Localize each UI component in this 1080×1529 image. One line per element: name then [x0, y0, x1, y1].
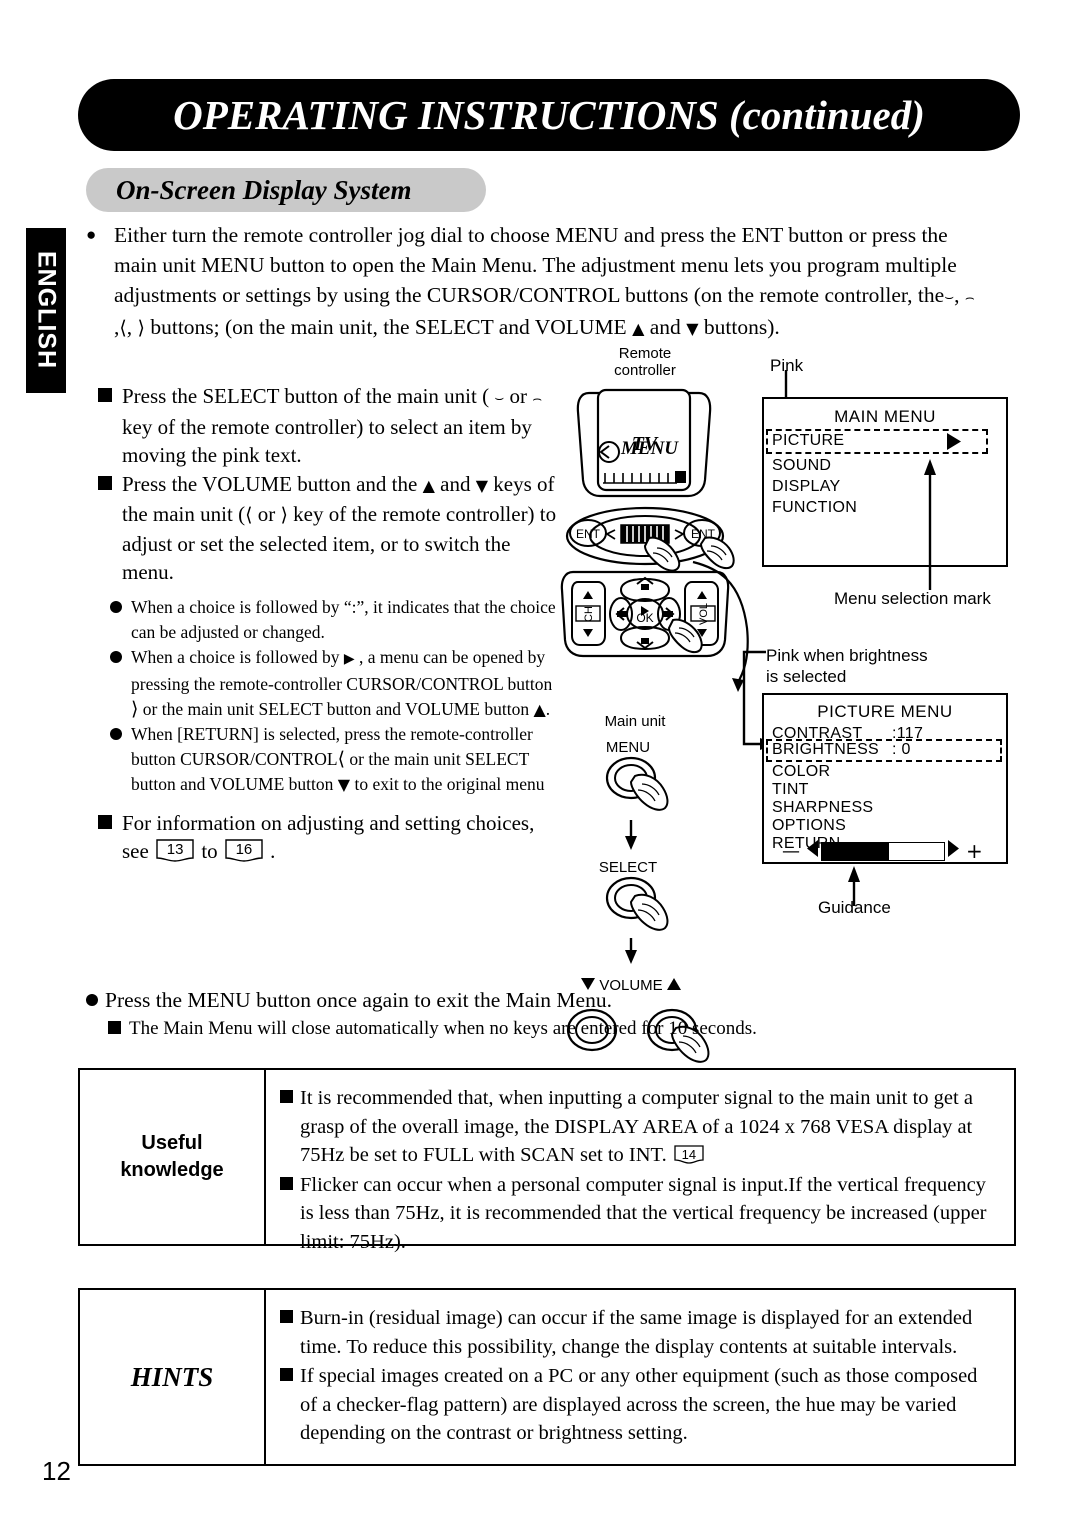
angle-right-icon: ⟩	[137, 317, 145, 339]
useful-knowledge-bullet-2: Flicker can occur when a personal comput…	[280, 1171, 998, 1257]
instruction-item-volume: Press the VOLUME button and the ▲ and ▼ …	[98, 470, 558, 587]
device-illustration: Remote controller CH VOL OK ENT ENT Main…	[545, 340, 765, 980]
exit-note-sub: The Main Menu will close automatically w…	[108, 1015, 1016, 1043]
exit-note-block: Press the MENU button once again to exit…	[86, 985, 1016, 1043]
useful-knowledge-label-line2: knowledge	[120, 1159, 224, 1181]
triangle-up-icon: ▲	[422, 475, 435, 495]
instruction-list: Press the SELECT button of the main unit…	[98, 382, 558, 866]
picture-menu-screen: PICTURE MENU CONTRAST :117 BRIGHTNESS : …	[762, 693, 1008, 864]
slider-left-arrow-icon[interactable]	[806, 839, 820, 863]
arc-up-icon: ⌣	[494, 389, 505, 407]
intro-line-1: Either turn the remote controller jog di…	[114, 223, 948, 247]
useful-knowledge-bullet-1: It is recommended that, when inputting a…	[280, 1084, 998, 1170]
picture-menu-row-tint[interactable]: TINT	[772, 781, 809, 799]
intro-paragraph-body: Either turn the remote controller jog di…	[114, 220, 1016, 344]
useful-knowledge-box: Useful knowledge It is recommended that,…	[78, 1068, 1016, 1253]
hints-box: HINTS Burn-in (residual image) can occur…	[78, 1288, 1016, 1466]
round-bullet-icon	[110, 600, 122, 613]
page-number: 12	[42, 1456, 71, 1486]
hints-label: HINTS	[130, 1361, 214, 1392]
svg-text:SELECT: SELECT	[599, 859, 657, 876]
picture-menu-value-brightness: : 0	[892, 741, 911, 758]
hints-bullet-1: Burn-in (residual image) can occur if th…	[280, 1304, 998, 1361]
angle-right-icon: ⟩	[280, 504, 288, 526]
square-bullet-icon	[280, 1090, 293, 1103]
slider-track[interactable]	[821, 841, 945, 861]
hints-label-cell: HINTS	[80, 1290, 266, 1464]
arc-up-icon: ⌣	[944, 288, 955, 306]
language-tab-label: ENGLISH	[32, 251, 61, 370]
triangle-down-icon: ▼	[475, 475, 489, 495]
useful-knowledge-label-line1: Useful	[141, 1132, 203, 1154]
triangle-up-icon: ▲	[632, 319, 645, 338]
menu-selection-mark-label: Menu selection mark	[834, 589, 991, 608]
page-title-continued: (continued)	[718, 92, 925, 138]
intro-paragraph: ● Either turn the remote controller jog …	[86, 220, 1016, 344]
bullet-dot-icon: ●	[86, 225, 97, 244]
instruction-item-page-refs: For information on adjusting and setting…	[98, 809, 558, 866]
picture-menu-row-sharpness[interactable]: SHARPNESS	[772, 799, 873, 817]
exit-note-main: Press the MENU button once again to exit…	[86, 985, 1016, 1015]
page-reference-16[interactable]: 16	[225, 839, 263, 864]
svg-text:MENU: MENU	[606, 739, 650, 756]
menu-selection-mark-arrow	[924, 459, 936, 590]
square-bullet-icon	[108, 1021, 121, 1034]
picture-menu-row-brightness[interactable]: BRIGHTNESS	[772, 741, 879, 759]
svg-text:VOL: VOL	[698, 603, 710, 625]
round-bullet-icon	[110, 727, 122, 740]
square-bullet-icon	[98, 388, 112, 402]
hints-content: Burn-in (residual image) can occur if th…	[266, 1290, 1014, 1464]
main-menu-title: MAIN MENU	[834, 407, 936, 426]
picture-menu-title: PICTURE MENU	[817, 702, 953, 721]
round-bullet-icon	[86, 994, 98, 1006]
menu-selection-mark-icon	[945, 432, 963, 456]
page-reference-14[interactable]: 14	[674, 1145, 704, 1166]
svg-text:ENT: ENT	[576, 527, 601, 541]
slider-right-arrow-icon[interactable]	[946, 839, 960, 863]
slider-fill	[822, 842, 890, 860]
intro-line-2: main unit MENU button to open the Main M…	[114, 253, 957, 277]
guidance-slider[interactable]: — +	[782, 839, 992, 863]
arc-down-icon: ⌢	[532, 389, 543, 407]
triangle-right-icon: ▶	[343, 650, 355, 667]
square-bullet-icon	[280, 1368, 293, 1381]
square-bullet-icon	[280, 1310, 293, 1323]
hints-bullet-2: If special images created on a PC or any…	[280, 1362, 998, 1448]
sub-note-arrow-menu: When a choice is followed by ▶ , a menu …	[110, 645, 558, 722]
page-reference-13[interactable]: 13	[156, 839, 194, 864]
section-title-text: On-Screen Display System	[116, 174, 412, 205]
triangle-down-icon: ▼	[337, 774, 351, 794]
angle-left-icon: ⟨	[119, 317, 127, 339]
square-bullet-icon	[98, 475, 112, 490]
triangle-down-icon: ▼	[686, 319, 699, 338]
square-bullet-icon	[98, 814, 112, 829]
square-bullet-icon	[280, 1176, 293, 1190]
page-title: OPERATING INSTRUCTIONS (continued)	[173, 91, 925, 139]
arc-down-icon: ⌢	[964, 288, 975, 306]
sub-note-colon: When a choice is followed by “:”, it ind…	[110, 595, 558, 645]
language-tab-english: ENGLISH	[26, 228, 66, 393]
slider-plus-label: +	[966, 839, 983, 863]
picture-menu-row-options[interactable]: OPTIONS	[772, 817, 846, 835]
remote-screen-menu-label: MENU	[621, 438, 679, 459]
triangle-up-icon: ▲	[533, 699, 546, 719]
page-title-main: OPERATING INSTRUCTIONS	[173, 92, 719, 138]
section-title-pill: On-Screen Display System	[86, 168, 486, 212]
guidance-label: Guidance	[818, 898, 891, 917]
main-menu-item-picture[interactable]: PICTURE	[772, 432, 844, 450]
svg-text:CH: CH	[583, 606, 595, 622]
intro-line-3: adjustments or settings by using the CUR…	[114, 283, 975, 307]
page-header-banner: OPERATING INSTRUCTIONS (continued)	[78, 79, 1020, 151]
svg-text:Main unit: Main unit	[605, 713, 667, 730]
instruction-item-select: Press the SELECT button of the main unit…	[98, 382, 558, 470]
round-bullet-icon	[110, 650, 122, 663]
svg-text:OK: OK	[636, 611, 653, 625]
slider-minus-label: —	[782, 840, 800, 862]
picture-menu-row-color[interactable]: COLOR	[772, 763, 830, 781]
useful-knowledge-label-cell: Useful knowledge	[80, 1070, 266, 1244]
angle-left-icon: ⟨	[337, 747, 346, 770]
sub-note-return: When [RETURN] is selected, press the rem…	[110, 722, 558, 797]
useful-knowledge-content: It is recommended that, when inputting a…	[266, 1070, 1014, 1253]
